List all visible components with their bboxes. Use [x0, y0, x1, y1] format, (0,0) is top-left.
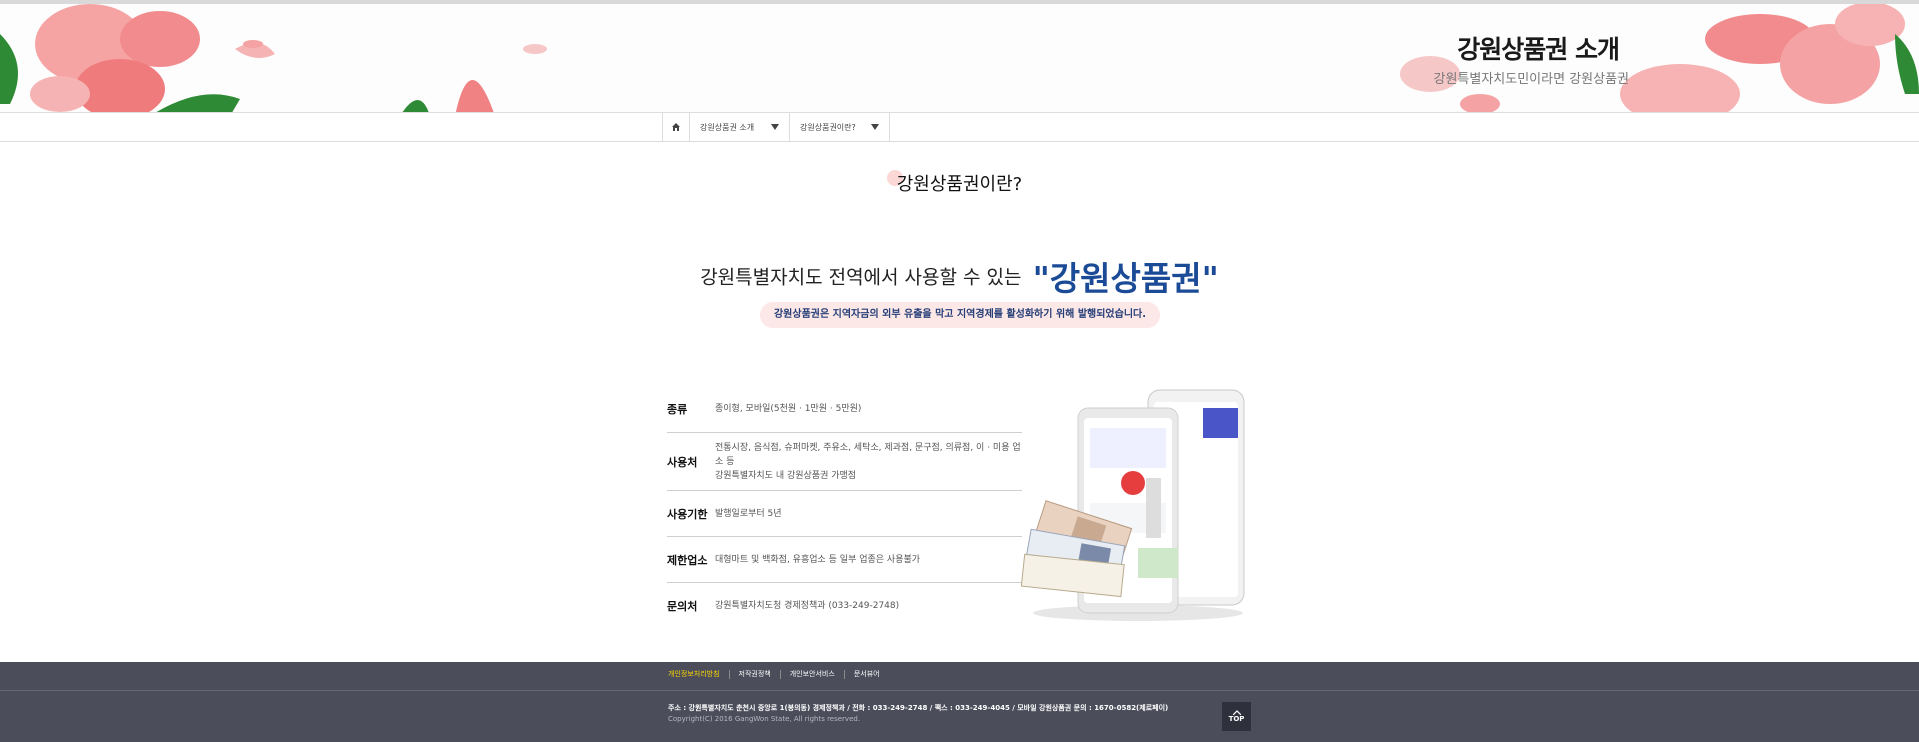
- info-row: 제한업소 대형마트 및 백화점, 유흥업소 등 일부 업종은 사용불가: [667, 537, 1022, 583]
- headline-prefix: 강원특별자치도 전역에서 사용할 수 있는: [700, 266, 1022, 289]
- info-value: 전통시장, 음식점, 슈퍼마켓, 주유소, 세탁소, 제과점, 문구점, 의류점…: [715, 441, 1022, 483]
- home-button[interactable]: [662, 113, 690, 141]
- info-value: 대형마트 및 백화점, 유흥업소 등 일부 업종은 사용불가: [715, 554, 921, 565]
- top-banner: 강원상품권 소개 강원특별자치도민이라면 강원상품권: [0, 0, 1919, 112]
- info-value-line: 전통시장, 음식점, 슈퍼마켓, 주유소, 세탁소, 제과점, 문구점, 의류점…: [715, 442, 1021, 467]
- flower-decoration: [0, 4, 1919, 112]
- info-key: 문의처: [667, 600, 698, 613]
- footer: 개인정보처리방침 저작권정책 개인보안서비스 문서뷰어 주소 : 강원특별자치도…: [0, 662, 1919, 742]
- footer-link-copyright[interactable]: 저작권정책: [728, 670, 780, 679]
- breadcrumb-dropdown-what[interactable]: 강원상품권이란?: [790, 113, 890, 141]
- info-value: 강원특별자치도청 경제정책과 (033-249-2748): [715, 601, 900, 611]
- info-row: 종류 종이형, 모바일(5천원 · 1만원 · 5만원): [667, 385, 1022, 433]
- banner-subtitle: 강원특별자치도민이라면 강원상품권: [1433, 72, 1630, 87]
- footer-links: 개인정보처리방침 저작권정책 개인보안서비스 문서뷰어: [668, 670, 889, 679]
- info-value: 발행일로부터 5년: [715, 508, 782, 519]
- top-button-label: TOP: [1228, 715, 1245, 723]
- footer-link-privacy[interactable]: 개인정보처리방침: [668, 670, 729, 679]
- footer-link-viewer[interactable]: 문서뷰어: [843, 670, 889, 679]
- chevron-down-icon: [871, 124, 879, 130]
- footer-address: 주소 : 강원특별자치도 춘천시 중앙로 1(봉의동) 경제정책과 / 전화 :…: [668, 704, 1169, 712]
- chevron-down-icon: [771, 124, 779, 130]
- info-key: 사용기한: [667, 507, 708, 521]
- info-key: 사용처: [667, 455, 698, 469]
- info-table: 종류 종이형, 모바일(5천원 · 1만원 · 5만원) 사용처 전통시장, 음…: [667, 385, 1022, 629]
- breadcrumb: 강원상품권 소개 강원상품권이란?: [662, 113, 890, 141]
- info-value-line: 강원특별자치도 내 강원상품권 가맹점: [715, 470, 857, 481]
- footer-divider: [0, 690, 1919, 691]
- top-button[interactable]: TOP: [1222, 702, 1251, 731]
- breadcrumb-label: 강원상품권이란?: [800, 122, 856, 132]
- voucher-phone-illustration: [1020, 389, 1245, 621]
- info-key: 종류: [667, 402, 688, 416]
- banner-title: 강원상품권 소개: [1457, 35, 1620, 64]
- info-row: 문의처 강원특별자치도청 경제정책과 (033-249-2748): [667, 583, 1022, 629]
- info-row: 사용처 전통시장, 음식점, 슈퍼마켓, 주유소, 세탁소, 제과점, 문구점,…: [667, 433, 1022, 491]
- home-icon: [672, 123, 680, 131]
- info-value: 종이형, 모바일(5천원 · 1만원 · 5만원): [715, 403, 862, 414]
- info-row: 사용기한 발행일로부터 5년: [667, 491, 1022, 537]
- info-key: 제한업소: [667, 553, 708, 567]
- breadcrumb-dropdown-intro[interactable]: 강원상품권 소개: [690, 113, 790, 141]
- footer-link-security[interactable]: 개인보안서비스: [779, 670, 844, 679]
- headline-brand: "강원상품권": [1032, 259, 1219, 298]
- headline: 강원특별자치도 전역에서 사용할 수 있는 "강원상품권": [0, 252, 1919, 300]
- description-pill: 강원상품권은 지역자금의 외부 유출을 막고 지역경제를 활성화하기 위해 발행…: [760, 302, 1160, 328]
- breadcrumb-label: 강원상품권 소개: [700, 122, 755, 132]
- breadcrumb-bar: 강원상품권 소개 강원상품권이란?: [0, 112, 1919, 142]
- footer-copyright: Copyright(C) 2016 GangWon State, All rig…: [668, 715, 861, 723]
- page-title: 강원상품권이란?: [896, 174, 1023, 195]
